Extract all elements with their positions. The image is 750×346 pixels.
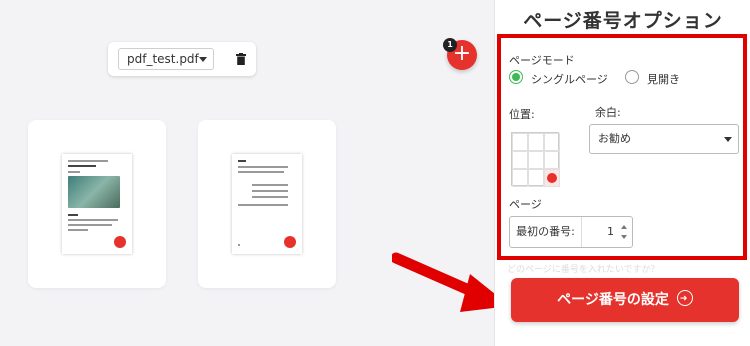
first-number-label: 最初の番号: (510, 217, 582, 247)
page-card-2[interactable] (198, 120, 336, 288)
file-toolbar: pdf_test.pdf (108, 42, 256, 76)
position-middle-right[interactable] (544, 151, 560, 169)
page-number-marker (114, 236, 126, 248)
set-page-numbers-label: ページ番号の設定 (557, 292, 669, 308)
pages-label: ページ (509, 198, 542, 211)
facing-pages-radio[interactable] (625, 70, 639, 84)
margin-label: 余白: (595, 106, 621, 119)
position-middle-center[interactable] (528, 151, 544, 169)
faded-hint: どのページに番号を入れたいですか？ (507, 265, 660, 275)
options-sidebar: ページ番号オプション ページモード シングルページ 見開き 位置: 余白: お勧… (494, 0, 750, 346)
set-page-numbers-button[interactable]: ページ番号の設定 (511, 277, 739, 322)
position-bottom-center[interactable] (528, 169, 544, 187)
options-panel: ページモード シングルページ 見開き 位置: 余白: お勧め ページ 最初の番号… (497, 34, 747, 260)
position-middle-left[interactable] (512, 151, 528, 169)
single-page-radio[interactable] (509, 70, 523, 84)
arrow-right-circle-icon (676, 277, 693, 321)
facing-pages-label: 見開き (647, 73, 680, 86)
stepper-icon[interactable] (620, 223, 628, 241)
position-grid (511, 132, 560, 187)
page-photo (68, 176, 120, 208)
position-top-left[interactable] (512, 133, 528, 151)
chevron-down-icon (724, 137, 732, 142)
position-label: 位置: (509, 108, 535, 121)
page-thumbnail-2 (232, 154, 302, 254)
trash-icon[interactable] (236, 53, 246, 65)
page-number-marker (284, 236, 296, 248)
first-number-field[interactable]: 最初の番号: 1 (509, 216, 633, 248)
workspace: pdf_test.pdf 1 + (0, 0, 510, 346)
chevron-down-icon (199, 57, 207, 62)
position-bottom-left[interactable] (512, 169, 528, 187)
first-number-input[interactable]: 1 (582, 217, 618, 247)
margin-value: お勧め (598, 132, 631, 145)
file-count-badge: 1 (443, 38, 457, 52)
position-top-center[interactable] (528, 133, 544, 151)
page-card-1[interactable] (28, 120, 166, 288)
file-select[interactable]: pdf_test.pdf (118, 48, 214, 70)
page-mode-label: ページモード (509, 54, 575, 67)
position-top-right[interactable] (544, 133, 560, 151)
position-bottom-right[interactable] (544, 169, 560, 187)
sidebar-title: ページ番号オプション (523, 10, 723, 32)
single-page-label: シングルページ (531, 73, 608, 86)
file-name: pdf_test.pdf (127, 52, 199, 66)
margin-select[interactable]: お勧め (589, 124, 739, 154)
page-thumbnail-1 (62, 154, 132, 254)
